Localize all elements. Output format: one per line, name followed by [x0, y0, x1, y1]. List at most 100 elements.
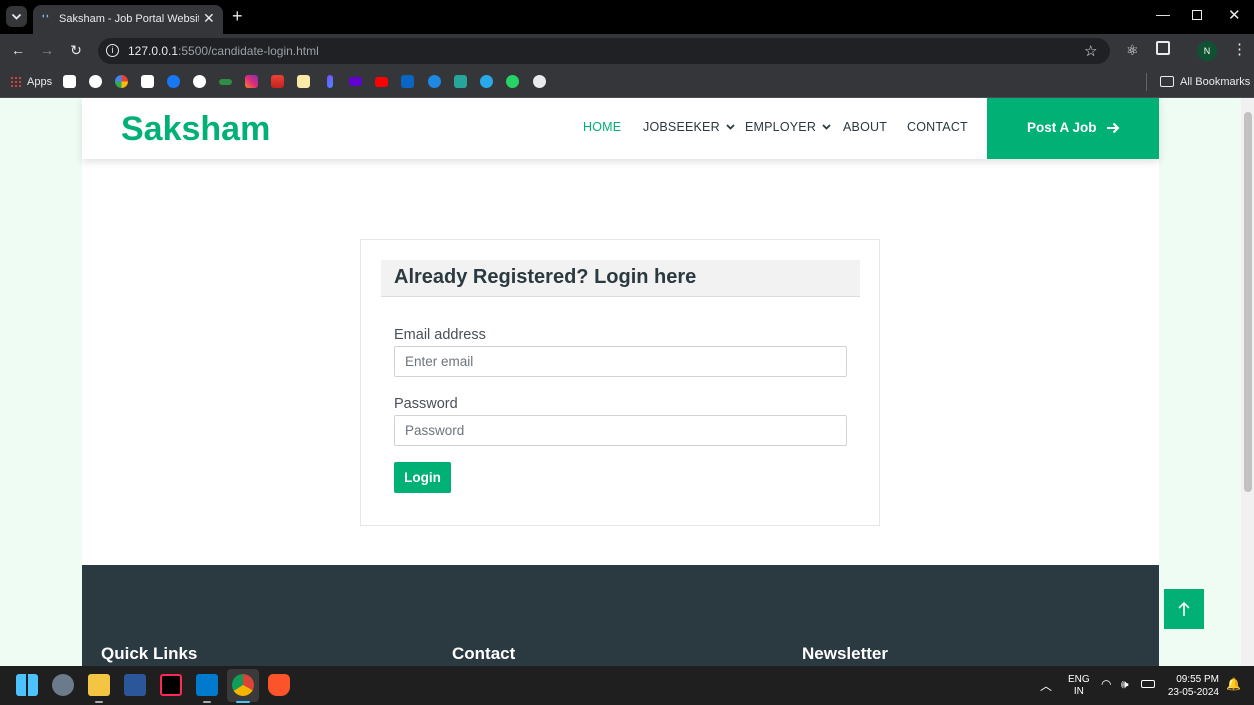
forward-icon[interactable]: → — [38, 42, 56, 58]
browser-toolbar: ← → ↻ i 127.0.0.1:5500/candidate-login.h… — [0, 34, 1254, 67]
footer-quick-links-heading: Quick Links — [101, 644, 198, 663]
folder-icon[interactable] — [1160, 76, 1174, 87]
url-text: 127.0.0.1:5500/candidate-login.html — [128, 44, 319, 58]
extensions-icon[interactable] — [1156, 41, 1170, 55]
password-field[interactable] — [394, 415, 847, 446]
gmail-icon[interactable] — [271, 75, 284, 88]
nav-about[interactable]: ABOUT — [843, 120, 887, 134]
post-job-button[interactable]: Post A Job — [987, 98, 1159, 159]
react-devtools-icon[interactable]: ⚛ — [1126, 42, 1139, 59]
instagram-icon[interactable] — [245, 75, 258, 88]
nav-home[interactable]: HOME — [583, 120, 621, 134]
github-icon[interactable] — [193, 75, 206, 88]
menu-kebab-icon[interactable]: ⋮ — [1232, 40, 1247, 58]
restore-icon[interactable] — [1192, 10, 1202, 20]
login-button[interactable]: Login — [394, 462, 451, 493]
tab-search-button[interactable] — [6, 6, 27, 27]
globe-icon[interactable] — [533, 75, 546, 88]
login-card: Already Registered? Login here Email add… — [360, 239, 880, 526]
dev-icon[interactable] — [141, 75, 154, 88]
battery-icon[interactable] — [1141, 680, 1155, 688]
password-label: Password — [394, 396, 458, 412]
lang-line1: ENG — [1068, 674, 1090, 685]
nav-employer-label: EMPLOYER — [745, 120, 817, 134]
linkedin-icon[interactable] — [401, 75, 414, 88]
volume-icon[interactable]: 🕪 — [1121, 677, 1129, 692]
apps-label[interactable]: Apps — [27, 76, 52, 88]
yahoo-icon[interactable] — [349, 77, 362, 86]
chevron-down-icon — [822, 124, 831, 130]
nav-jobseeker[interactable]: JOBSEEKER — [643, 120, 735, 134]
site-logo[interactable]: Saksham — [121, 110, 270, 149]
back-icon[interactable]: ← — [9, 42, 27, 58]
arrow-up-icon — [1178, 601, 1190, 616]
url-path: :5500/candidate-login.html — [178, 44, 319, 58]
login-card-title: Already Registered? Login here — [394, 266, 697, 288]
email-field[interactable] — [394, 346, 847, 377]
bookmarks-bar: Apps All Bookmarks — [0, 67, 1254, 98]
youtube-icon[interactable] — [375, 77, 388, 87]
nav-employer[interactable]: EMPLOYER — [745, 120, 831, 134]
reload-icon[interactable]: ↻ — [67, 42, 85, 58]
clock[interactable]: 09:55 PM 23-05-2024 — [1167, 673, 1219, 699]
page-container: Saksham HOME JOBSEEKER EMPLOYER ABOUT CO… — [82, 98, 1159, 666]
site-info-icon[interactable]: i — [106, 44, 119, 57]
chevron-up-icon[interactable]: ︿ — [1040, 677, 1052, 694]
bookmarks-divider — [1146, 73, 1147, 91]
page-scrollbar[interactable] — [1241, 98, 1254, 666]
notification-bell-icon[interactable]: 🔔 — [1226, 677, 1241, 691]
footer-contact-heading: Contact — [452, 644, 516, 663]
file-explorer-running-indicator — [95, 701, 103, 703]
bookmark-star-icon[interactable]: ☆ — [1084, 42, 1097, 60]
google-icon[interactable] — [115, 75, 128, 88]
chevron-down-icon — [11, 13, 22, 20]
file-explorer-icon[interactable] — [88, 674, 110, 696]
address-bar[interactable]: i 127.0.0.1:5500/candidate-login.html ☆ — [98, 38, 1110, 64]
back-to-top-button[interactable] — [1164, 589, 1204, 629]
profile-avatar[interactable]: N — [1197, 41, 1217, 61]
windows-start-icon[interactable] — [16, 674, 38, 696]
scrollbar-thumb[interactable] — [1244, 112, 1252, 492]
wifi-icon[interactable]: ◠ — [1101, 677, 1111, 691]
lang-line2: IN — [1073, 686, 1084, 697]
chrome-running-indicator — [236, 701, 250, 703]
chatgpt-icon[interactable] — [89, 75, 102, 88]
clock-time: 09:55 PM — [1176, 674, 1219, 685]
nav-jobseeker-label: JOBSEEKER — [643, 120, 720, 134]
keep-icon[interactable] — [297, 75, 310, 88]
settings-app-icon[interactable] — [52, 674, 74, 696]
brave-icon[interactable] — [268, 674, 290, 696]
close-window-icon[interactable]: ✕ — [1228, 6, 1241, 24]
amazon-icon[interactable] — [63, 75, 76, 88]
new-tab-button[interactable]: + — [232, 6, 243, 27]
pen-icon[interactable] — [327, 75, 333, 88]
tab-close-icon[interactable]: ✕ — [203, 10, 215, 27]
windows-taskbar: ︿ ENG IN ◠ 🕪 09:55 PM 23-05-2024 🔔 — [0, 666, 1254, 705]
nav-contact[interactable]: CONTACT — [907, 120, 968, 134]
page-viewport: Saksham HOME JOBSEEKER EMPLOYER ABOUT CO… — [0, 98, 1241, 666]
whatsapp-icon[interactable] — [506, 75, 519, 88]
url-host: 127.0.0.1 — [128, 44, 179, 58]
clock-date: 23-05-2024 — [1167, 687, 1219, 698]
apps-grid-icon[interactable] — [10, 76, 22, 88]
site-navbar: Saksham HOME JOBSEEKER EMPLOYER ABOUT CO… — [82, 98, 1159, 159]
all-bookmarks-label[interactable]: All Bookmarks — [1180, 76, 1250, 88]
geeksforgeeks-icon[interactable] — [219, 79, 232, 85]
language-indicator[interactable]: ENG IN — [1068, 674, 1090, 698]
browser-tab-strip: ◖◗ Saksham - Job Portal Website T ✕ + — … — [0, 0, 1254, 34]
site-footer: Quick Links Contact Newsletter — [82, 565, 1159, 666]
play-icon[interactable] — [428, 75, 441, 88]
minimize-icon[interactable]: — — [1156, 6, 1170, 22]
facebook-icon[interactable] — [167, 75, 180, 88]
vscode-running-indicator — [203, 701, 211, 703]
telegram-icon[interactable] — [480, 75, 493, 88]
login-card-header: Already Registered? Login here — [381, 260, 860, 297]
vscode-icon[interactable] — [196, 674, 218, 696]
image-icon[interactable] — [454, 75, 467, 88]
footer-newsletter-heading: Newsletter — [802, 644, 888, 663]
browser-tab-active[interactable]: ◖◗ Saksham - Job Portal Website T ✕ — [33, 5, 223, 34]
intellij-icon[interactable] — [160, 674, 182, 696]
page-favicon: ◖◗ — [41, 13, 50, 20]
word-icon[interactable] — [124, 674, 146, 696]
chrome-icon[interactable] — [232, 674, 254, 696]
